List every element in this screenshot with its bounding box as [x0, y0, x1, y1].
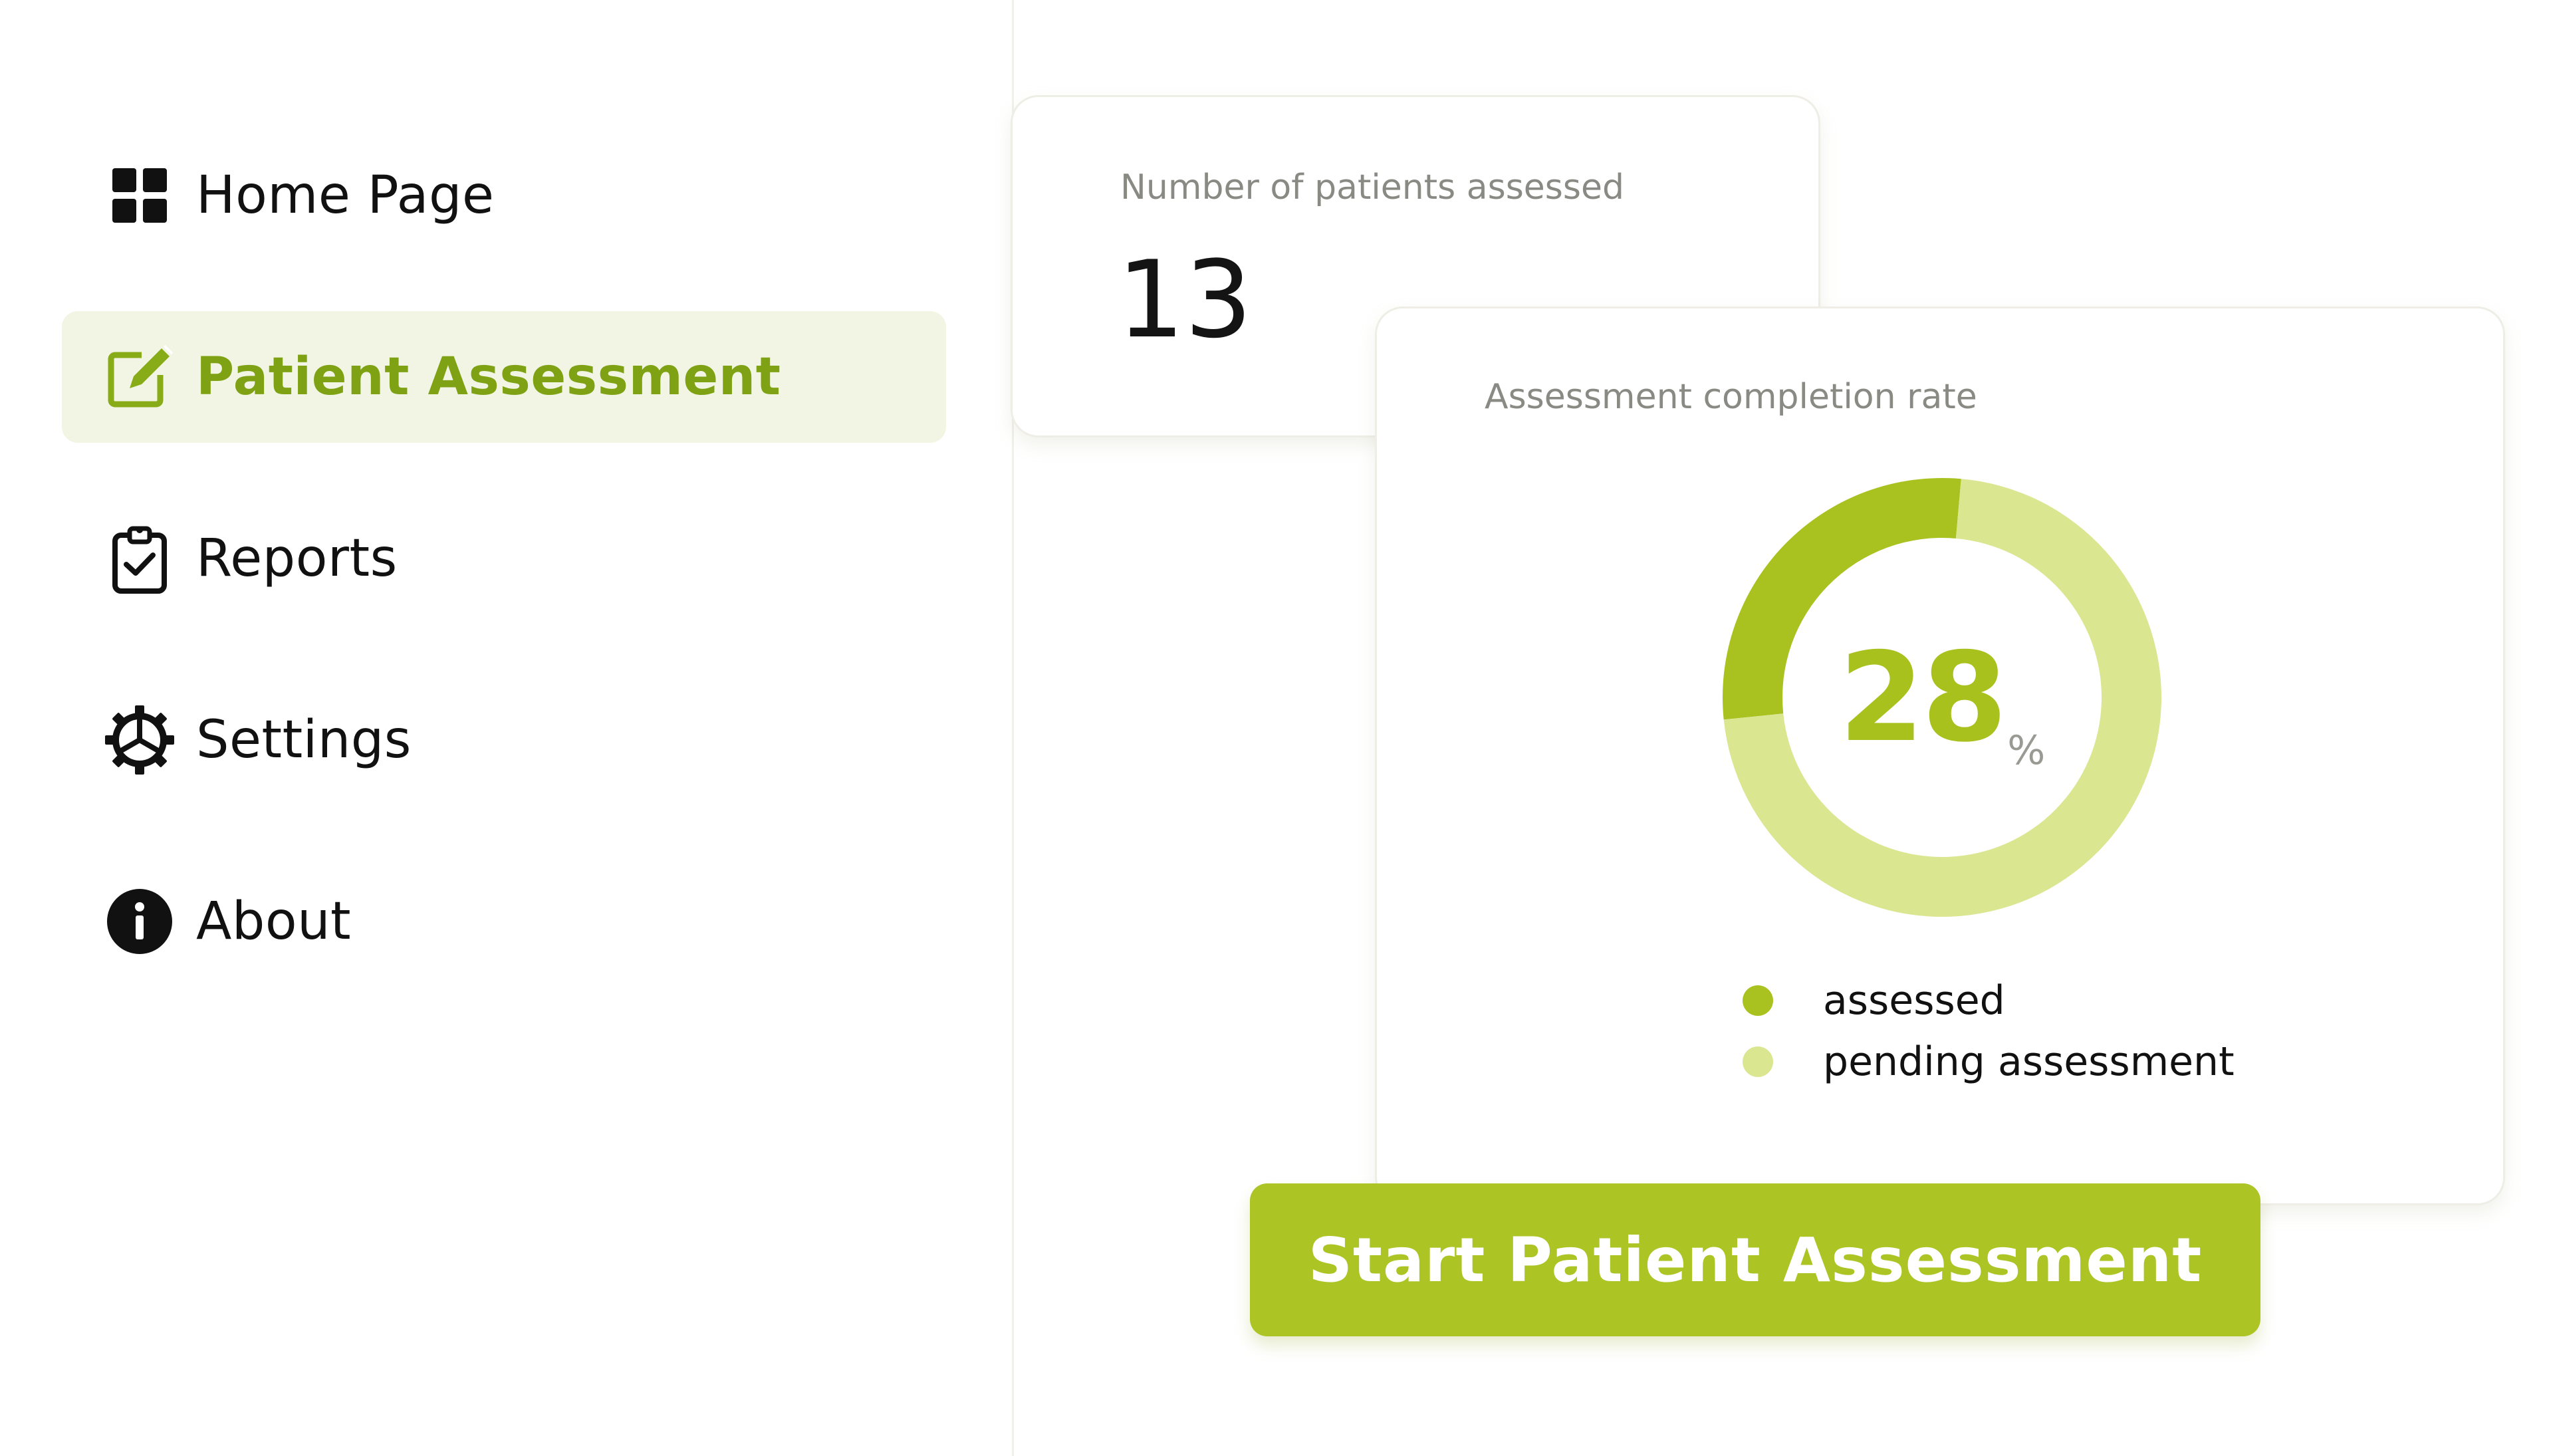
completion-rate-card: Assessment completion rate 28 % assessed… [1375, 306, 2505, 1205]
chart-legend: assessed pending assessment [1743, 970, 2235, 1092]
completion-donut-chart: 28 % [1719, 475, 2165, 920]
completion-rate-label: Assessment completion rate [1485, 377, 1977, 417]
completion-rate-value: 28 [1838, 625, 2007, 769]
sidebar-item-about[interactable]: About [62, 856, 946, 987]
sidebar-item-label: About [196, 892, 352, 951]
legend-label: pending assessment [1823, 1038, 2235, 1085]
legend-dot-assessed [1743, 985, 1773, 1016]
sidebar-item-settings[interactable]: Settings [62, 674, 946, 806]
sidebar: Home Page Patient Assessment Reports Set… [0, 0, 1014, 1456]
legend-item-assessed: assessed [1743, 970, 2235, 1031]
start-patient-assessment-button[interactable]: Start Patient Assessment [1250, 1183, 2260, 1336]
sidebar-item-home-page[interactable]: Home Page [62, 130, 946, 261]
sidebar-item-patient-assessment[interactable]: Patient Assessment [62, 311, 946, 443]
grid-icon [103, 159, 176, 232]
completion-rate-unit: % [2007, 727, 2046, 774]
edit-icon [103, 340, 176, 414]
patients-assessed-value: 13 [1117, 237, 1253, 362]
legend-item-pending: pending assessment [1743, 1031, 2235, 1092]
legend-dot-pending [1743, 1046, 1773, 1077]
sidebar-item-label: Home Page [196, 166, 495, 225]
info-icon [103, 885, 176, 958]
sidebar-item-label: Settings [196, 710, 412, 770]
sidebar-item-label: Reports [196, 529, 398, 588]
legend-label: assessed [1823, 977, 2005, 1024]
gear-icon [103, 703, 176, 777]
sidebar-item-reports[interactable]: Reports [62, 493, 946, 624]
clipboard-check-icon [103, 522, 176, 595]
patients-assessed-label: Number of patients assessed [1120, 168, 1624, 207]
sidebar-item-label: Patient Assessment [196, 347, 781, 407]
donut-center-label: 28 % [1719, 475, 2165, 920]
